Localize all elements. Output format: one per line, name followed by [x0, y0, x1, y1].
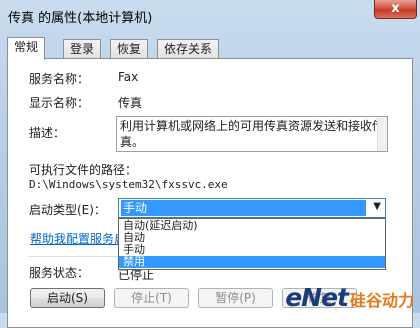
- startup-type-dropdown: 自动(延迟启动) 自动 手动 禁用: [118, 218, 386, 270]
- option-auto-delayed[interactable]: 自动(延迟启动): [119, 220, 385, 232]
- service-name-value: Fax: [118, 70, 139, 84]
- display-name-value: 传真: [118, 96, 143, 110]
- stop-button[interactable]: 停止(T): [114, 288, 189, 308]
- path-value: D:\Windows\system32\fxssvc.exe: [29, 178, 228, 191]
- status-label: 服务状态：: [29, 266, 90, 280]
- watermark-brand: eNet: [285, 283, 349, 312]
- startup-type-label: 启动类型(E)：: [29, 203, 106, 217]
- service-name-label: 服务名称：: [29, 72, 90, 86]
- option-manual[interactable]: 手动: [119, 244, 385, 256]
- watermark-cn: 硅谷动力: [349, 291, 414, 310]
- description-scrollbar[interactable]: [377, 117, 387, 151]
- watermark-logo: eNet 硅谷动力: [285, 283, 414, 312]
- help-configure-link[interactable]: 帮助我配置服务启: [30, 230, 126, 247]
- description-box[interactable]: 利用计算机或网络上的可用传真资源发送和接收传真。: [116, 116, 388, 152]
- description-text: 利用计算机或网络上的可用传真资源发送和接收传真。: [120, 119, 385, 149]
- pause-button[interactable]: 暂停(P): [198, 288, 273, 308]
- description-label: 描述：: [29, 126, 66, 140]
- option-auto[interactable]: 自动: [119, 232, 385, 244]
- option-disabled[interactable]: 禁用: [119, 256, 385, 268]
- startup-type-value: 手动: [121, 200, 366, 216]
- display-name-label: 显示名称：: [29, 96, 90, 110]
- chevron-down-icon[interactable]: ▼: [373, 201, 381, 212]
- path-label: 可执行文件的路径：: [29, 163, 138, 177]
- startup-type-select[interactable]: 手动 ▼: [118, 198, 386, 218]
- start-button[interactable]: 启动(S): [30, 288, 105, 308]
